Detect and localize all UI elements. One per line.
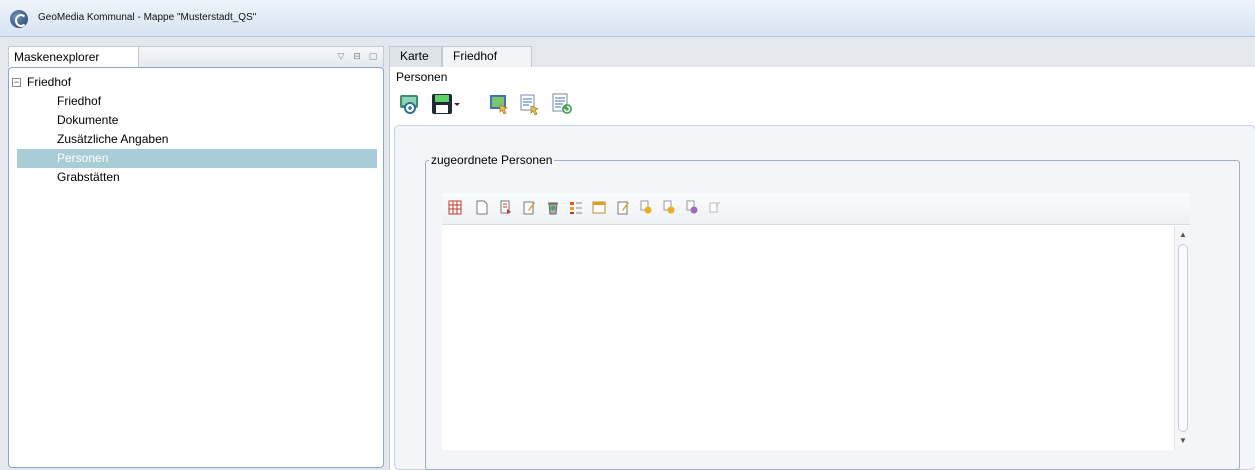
form-area: zugeordnete Personen ▲ ▼ bbox=[394, 125, 1255, 470]
refresh-list-icon[interactable] bbox=[550, 92, 574, 116]
panel-tab-maskenexplorer[interactable]: Maskenexplorer bbox=[9, 47, 139, 68]
delete-icon[interactable] bbox=[546, 200, 560, 215]
tree-item-personen[interactable]: Personen bbox=[17, 149, 377, 168]
mask-panel: Karte Friedhof Personen zugeordnete Pers… bbox=[389, 46, 1255, 470]
edit-record-icon[interactable] bbox=[518, 92, 542, 116]
app-logo-icon bbox=[10, 10, 28, 28]
grid-body[interactable] bbox=[442, 226, 1174, 450]
panel-minimize-icon[interactable]: ⊟ bbox=[352, 51, 362, 61]
tree-item-label: Dokumente bbox=[57, 113, 119, 127]
zoom-to-map-icon[interactable] bbox=[398, 92, 422, 116]
scroll-up-icon[interactable]: ▲ bbox=[1178, 230, 1188, 240]
panel-maximize-icon[interactable]: ▢ bbox=[368, 51, 378, 61]
tab-karte[interactable]: Karte bbox=[389, 46, 442, 67]
tree-item-grabstaetten[interactable]: Grabstätten bbox=[17, 168, 377, 187]
grid-toolbar bbox=[442, 193, 1190, 225]
tree-item-friedhof[interactable]: Friedhof bbox=[17, 92, 377, 111]
mask-tree: − Friedhof Friedhof Dokumente Zusätzliche… bbox=[8, 67, 384, 468]
tree-item-label: Grabstätten bbox=[57, 170, 120, 184]
window-title: GeoMedia Kommunal - Mappe "Musterstadt_Q… bbox=[38, 12, 257, 23]
panel-header: Maskenexplorer ▽ ⊟ ▢ bbox=[8, 46, 384, 68]
persons-grid: ▲ ▼ bbox=[442, 193, 1190, 450]
tree-item-dokumente[interactable]: Dokumente bbox=[17, 111, 377, 130]
tree-item-zusaetzliche-angaben[interactable]: Zusätzliche Angaben bbox=[17, 130, 377, 149]
grid-scrollbar[interactable]: ▲ ▼ bbox=[1174, 226, 1190, 450]
edit-icon[interactable] bbox=[522, 200, 536, 215]
link2-icon[interactable] bbox=[662, 200, 676, 215]
map-select-icon[interactable] bbox=[487, 92, 511, 116]
tab-content: Personen zugeordnete Personen ▲ ▼ bbox=[389, 67, 1255, 470]
tree-item-label: Zusätzliche Angaben bbox=[57, 132, 169, 146]
section-title: Personen bbox=[396, 70, 448, 84]
tab-bar: Karte Friedhof bbox=[389, 46, 1255, 67]
table-icon[interactable] bbox=[448, 200, 462, 215]
tree-item-label: Personen bbox=[57, 151, 109, 165]
link-icon[interactable] bbox=[639, 200, 653, 215]
assigned-persons-group: zugeordnete Personen ▲ ▼ bbox=[425, 153, 1240, 470]
panel-menu-icon[interactable]: ▽ bbox=[336, 51, 346, 61]
collapse-icon[interactable]: − bbox=[12, 78, 21, 88]
tab-friedhof[interactable]: Friedhof bbox=[442, 46, 532, 67]
scroll-down-icon[interactable]: ▼ bbox=[1178, 436, 1188, 446]
list-icon[interactable] bbox=[569, 200, 583, 215]
save-dropdown-icon[interactable] bbox=[430, 92, 460, 116]
new-icon[interactable] bbox=[475, 200, 489, 215]
workspace: Maskenexplorer ▽ ⊟ ▢ − Friedhof Friedhof … bbox=[0, 37, 1255, 470]
unlink-icon[interactable] bbox=[708, 200, 722, 215]
masken-explorer-panel: Maskenexplorer ▽ ⊟ ▢ − Friedhof Friedhof … bbox=[8, 46, 384, 468]
scrollbar-track[interactable] bbox=[1178, 244, 1188, 432]
fieldset-legend: zugeordnete Personen bbox=[429, 153, 555, 167]
tree-item-label: Friedhof bbox=[57, 94, 102, 108]
edit2-icon[interactable] bbox=[616, 200, 630, 215]
form-icon[interactable] bbox=[592, 200, 606, 215]
tree-root-label: Friedhof bbox=[27, 75, 72, 89]
attach-icon[interactable] bbox=[499, 200, 513, 215]
tree-root[interactable]: − Friedhof bbox=[12, 74, 71, 90]
link3-icon[interactable] bbox=[685, 200, 699, 215]
title-bar: GeoMedia Kommunal - Mappe "Musterstadt_Q… bbox=[0, 0, 1255, 37]
